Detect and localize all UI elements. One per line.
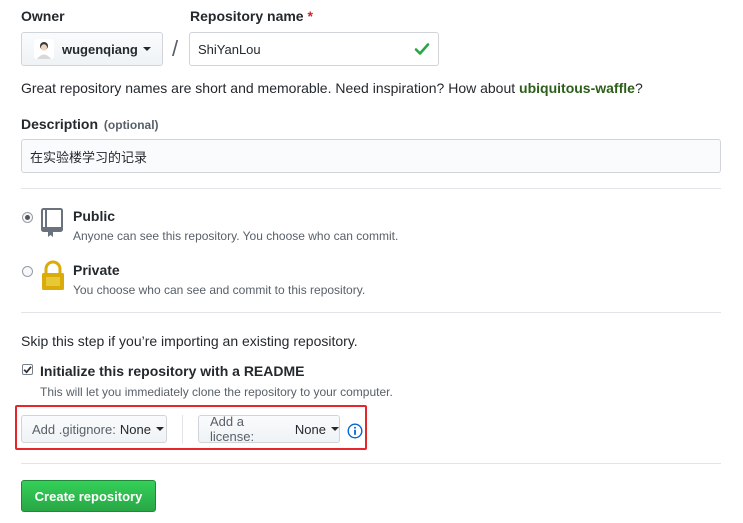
readme-desc: This will let you immediately clone the … <box>40 385 393 399</box>
description-label: Description (optional) <box>21 116 159 132</box>
repo-name-label: Repository name * <box>190 8 313 24</box>
check-icon <box>414 43 430 55</box>
owner-name: wugenqiang <box>62 41 138 57</box>
chevron-down-icon <box>142 47 151 51</box>
lock-icon <box>42 260 64 290</box>
skip-text: Skip this step if you’re importing an ex… <box>21 333 358 349</box>
owner-repo-separator: / <box>172 36 179 61</box>
repo-book-icon <box>41 208 63 237</box>
private-title: Private <box>73 262 120 278</box>
avatar <box>34 39 54 59</box>
description-label-text: Description <box>21 116 99 132</box>
repo-name-hint: Great repository names are short and mem… <box>21 80 643 96</box>
gitignore-value: None <box>119 421 151 437</box>
public-title: Public <box>73 208 116 224</box>
readme-checkbox[interactable] <box>22 364 33 375</box>
readme-label[interactable]: Initialize this repository with a README <box>40 363 304 379</box>
public-radio[interactable] <box>22 212 33 223</box>
description-input[interactable]: 在实验楼学习的记录 <box>21 139 721 173</box>
hint-text: Great repository names are short and mem… <box>21 80 516 96</box>
gitignore-prefix: Add .gitignore: <box>32 421 116 437</box>
vertical-divider <box>182 415 183 444</box>
info-icon[interactable] <box>347 423 363 439</box>
repo-name-input[interactable]: ShiYanLou <box>189 32 439 66</box>
optional-note: (optional) <box>103 118 159 132</box>
required-mark: * <box>307 8 313 24</box>
create-repository-label: Create repository <box>34 488 143 504</box>
divider <box>21 312 721 313</box>
owner-label: Owner <box>21 8 65 24</box>
license-dropdown[interactable]: Add a license: None <box>198 414 340 444</box>
check-icon <box>23 366 32 374</box>
description-value: 在实验楼学习的记录 <box>30 149 148 165</box>
chevron-down-icon <box>331 427 339 431</box>
divider <box>21 463 721 464</box>
license-value: None <box>294 421 326 437</box>
owner-dropdown[interactable]: wugenqiang <box>21 32 163 66</box>
private-radio[interactable] <box>22 266 33 277</box>
repo-name-label-text: Repository name <box>190 8 304 24</box>
hint-suffix: ? <box>634 80 643 96</box>
repo-name-value: ShiYanLou <box>198 41 261 57</box>
create-repository-button[interactable]: Create repository <box>21 480 156 512</box>
divider <box>21 188 721 189</box>
chevron-down-icon <box>155 427 164 431</box>
private-desc: You choose who can see and commit to thi… <box>73 283 366 297</box>
gitignore-dropdown[interactable]: Add .gitignore: None <box>21 415 167 443</box>
suggestion-link[interactable]: ubiquitous-waffle <box>519 80 635 96</box>
license-prefix: Add a license: <box>210 414 255 444</box>
public-desc: Anyone can see this repository. You choo… <box>73 229 399 243</box>
